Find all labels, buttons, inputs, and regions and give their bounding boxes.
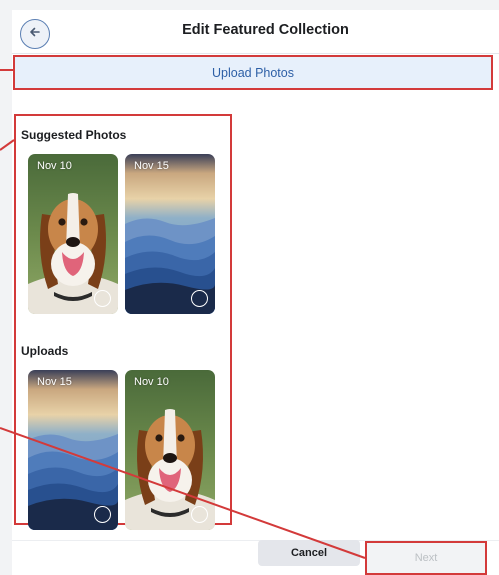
photo-date: Nov 15 — [134, 160, 169, 172]
select-radio-icon[interactable] — [94, 290, 111, 307]
select-radio-icon[interactable] — [191, 506, 208, 523]
page: Edit Featured Collection Upload Photos S… — [0, 0, 499, 575]
dialog-header: Edit Featured Collection — [12, 10, 499, 54]
uploads-heading: Uploads — [21, 344, 69, 358]
suggested-photos-heading: Suggested Photos — [21, 128, 127, 142]
upload-photos-label: Upload Photos — [211, 65, 294, 80]
upload-photo-dog[interactable]: Nov 10 — [125, 370, 215, 530]
upload-photo-mountains[interactable]: Nov 15 — [28, 370, 118, 530]
dialog-title: Edit Featured Collection — [182, 22, 349, 38]
photo-date: Nov 15 — [37, 376, 72, 388]
next-button[interactable]: Next — [365, 541, 487, 575]
select-radio-icon[interactable] — [94, 506, 111, 523]
select-radio-icon[interactable] — [191, 290, 208, 307]
cancel-button[interactable]: Cancel — [258, 540, 360, 566]
photo-picker-panel: Suggested Photos Nov 10 Nov 15 Uploads N… — [14, 114, 232, 530]
photo-date: Nov 10 — [134, 376, 169, 388]
top-strip — [0, 0, 499, 10]
suggested-photo-mountains[interactable]: Nov 15 — [125, 154, 215, 314]
photo-date: Nov 10 — [37, 160, 72, 172]
upload-photos-button[interactable]: Upload Photos — [13, 55, 493, 90]
suggested-photo-dog[interactable]: Nov 10 — [28, 154, 118, 314]
